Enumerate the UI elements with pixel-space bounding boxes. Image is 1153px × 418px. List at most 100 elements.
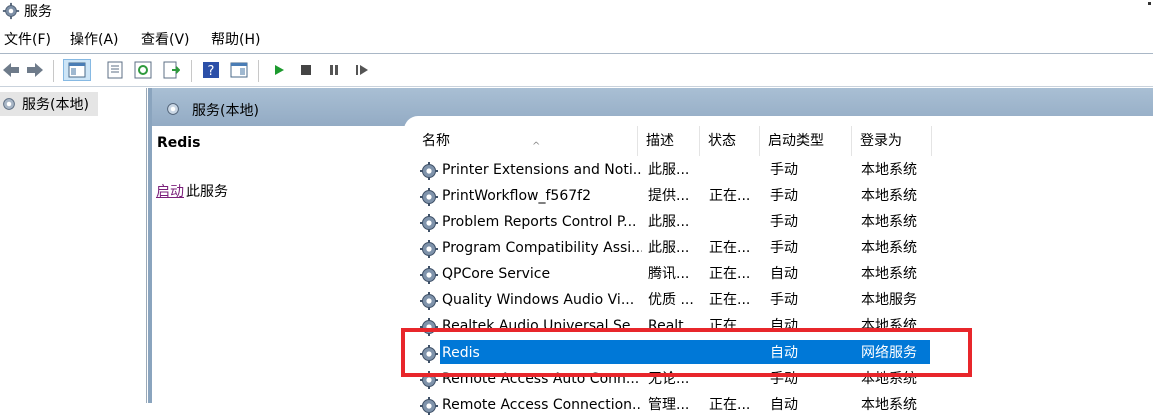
start-service-icon[interactable]	[268, 59, 290, 81]
table-row[interactable]: Remote Access Auto Conn... 无论... 手动 本地系统	[414, 366, 944, 392]
cell-logon-as: 本地系统	[861, 240, 917, 256]
cell-status: 正在...	[709, 318, 751, 334]
service-gear-icon	[420, 318, 438, 336]
tree-item-services-local[interactable]: 服务(本地)	[0, 92, 98, 116]
start-service-link[interactable]: 启动	[156, 181, 184, 201]
properties-icon[interactable]	[104, 59, 126, 81]
stop-service-icon[interactable]	[295, 59, 317, 81]
cell-logon-as: 本地系统	[861, 188, 917, 204]
table-row[interactable]: Redis 自动 网络服务	[414, 340, 944, 366]
refresh-icon[interactable]	[132, 59, 154, 81]
service-gear-icon	[420, 292, 438, 310]
cell-logon-as: 本地系统	[861, 214, 917, 230]
table-row[interactable]: Realtek Audio Universal Se... Realt... 正在.…	[414, 313, 944, 339]
help-icon[interactable]: ?	[200, 59, 222, 81]
service-detail-pane: Redis 启动 此服务	[148, 126, 404, 403]
cell-name: Program Compatibility Assi...	[442, 240, 642, 256]
table-row[interactable]: Quality Windows Audio Vi... 优质 ... 正在... 手动…	[414, 287, 944, 313]
window-title: 服务	[24, 4, 52, 20]
table-row[interactable]: Problem Reports Control P... 此服... 手动 本地系统	[414, 209, 944, 235]
cell-logon-as: 本地系统	[861, 371, 917, 387]
cell-status	[709, 340, 767, 366]
cell-logon-as: 本地系统	[861, 266, 917, 282]
cell-name: PrintWorkflow_f567f2	[442, 188, 591, 204]
service-gear-icon	[420, 345, 438, 363]
cell-description: 优质 ...	[648, 292, 694, 308]
cell-name: Redis	[442, 345, 480, 361]
cell-status	[709, 157, 767, 183]
cell-description	[648, 340, 706, 366]
cell-status: 正在...	[709, 266, 751, 282]
cell-status: 正在...	[709, 397, 751, 413]
cell-description: 此服...	[648, 162, 690, 178]
cell-startup-type: 自动	[770, 318, 798, 334]
table-row[interactable]: Printer Extensions and Noti... 此服... 手动 本地系…	[414, 157, 944, 183]
column-header-status[interactable]: 状态	[700, 126, 760, 156]
toolbar-separator	[191, 60, 192, 82]
menu-file[interactable]: 文件(F)	[4, 29, 51, 51]
cell-name: Quality Windows Audio Vi...	[442, 292, 635, 308]
cell-description: 此服...	[648, 214, 690, 230]
cell-startup-type: 手动	[770, 188, 798, 204]
cell-status	[709, 366, 767, 392]
cell-startup-type: 手动	[770, 162, 798, 178]
table-row[interactable]: PrintWorkflow_f567f2 提供... 正在... 手动 本地系统	[414, 183, 944, 209]
cell-logon-as: 本地服务	[861, 292, 917, 308]
cell-status: 正在...	[709, 292, 751, 308]
back-arrow-icon[interactable]	[0, 59, 22, 81]
column-header-startup-type[interactable]: 启动类型	[760, 126, 852, 156]
services-gear-icon	[2, 2, 20, 20]
menu-action[interactable]: 操作(A)	[70, 29, 119, 51]
selected-service-name: Redis	[157, 135, 201, 151]
services-gear-icon	[167, 103, 179, 115]
cell-description: 提供...	[648, 188, 690, 204]
service-gear-icon	[420, 188, 438, 206]
toolbar-separator	[258, 60, 259, 82]
cell-logon-as: 本地系统	[861, 397, 917, 413]
forward-arrow-icon[interactable]	[24, 59, 46, 81]
services-gear-icon	[3, 98, 15, 110]
menu-view[interactable]: 查看(V)	[141, 29, 190, 51]
table-row[interactable]: QPCore Service 腾讯... 正在... 自动 本地系统	[414, 261, 944, 287]
menu-help[interactable]: 帮助(H)	[211, 29, 260, 51]
cell-logon-as: 本地系统	[861, 162, 917, 178]
cell-description: 管理...	[648, 397, 690, 413]
services-list: 名称 ^ 描述 状态 启动类型 登录为 Printer Extensions a…	[404, 116, 1153, 415]
header-title: 服务(本地)	[192, 103, 259, 119]
cell-status: 正在...	[709, 188, 751, 204]
cell-status	[709, 209, 767, 235]
table-row[interactable]: Remote Access Connection... 管理... 正在... 自动 本…	[414, 392, 944, 418]
restart-service-icon[interactable]	[351, 59, 373, 81]
cell-logon-as: 本地系统	[861, 318, 917, 334]
toolbar: ?	[0, 53, 1153, 87]
cell-startup-type: 手动	[770, 214, 798, 230]
cell-name: QPCore Service	[442, 266, 551, 282]
column-header-logon-as[interactable]: 登录为	[852, 126, 932, 156]
show-hide-tree-icon[interactable]	[63, 59, 91, 81]
service-gear-icon	[420, 240, 438, 258]
cell-name: Remote Access Connection...	[442, 397, 642, 413]
cell-logon-as: 网络服务	[861, 345, 917, 361]
tree-item-label: 服务(本地)	[22, 97, 89, 113]
window-corner-mark	[1148, 2, 1151, 5]
show-action-pane-icon[interactable]	[228, 59, 250, 81]
service-gear-icon	[420, 266, 438, 284]
title-bar: 服务	[0, 0, 1153, 22]
cell-description: Realt...	[648, 318, 698, 334]
table-row[interactable]: Program Compatibility Assi... 此服... 正在... 手…	[414, 235, 944, 261]
toolbar-separator	[53, 60, 54, 82]
svg-text:?: ?	[208, 64, 215, 79]
cell-startup-type: 自动	[770, 266, 798, 282]
tree-pane: 服务(本地)	[0, 88, 147, 403]
cell-startup-type: 自动	[770, 397, 798, 413]
cell-startup-type: 手动	[770, 371, 798, 387]
cell-name: Printer Extensions and Noti...	[442, 162, 642, 178]
cell-name: Remote Access Auto Conn...	[442, 371, 640, 387]
service-gear-icon	[420, 371, 438, 389]
cell-description: 腾讯...	[648, 266, 690, 282]
cell-name: Problem Reports Control P...	[442, 214, 637, 230]
pause-service-icon[interactable]	[323, 59, 345, 81]
export-list-icon[interactable]	[160, 59, 182, 81]
column-header-name[interactable]: 名称 ^	[414, 126, 638, 156]
column-header-description[interactable]: 描述	[638, 126, 700, 156]
